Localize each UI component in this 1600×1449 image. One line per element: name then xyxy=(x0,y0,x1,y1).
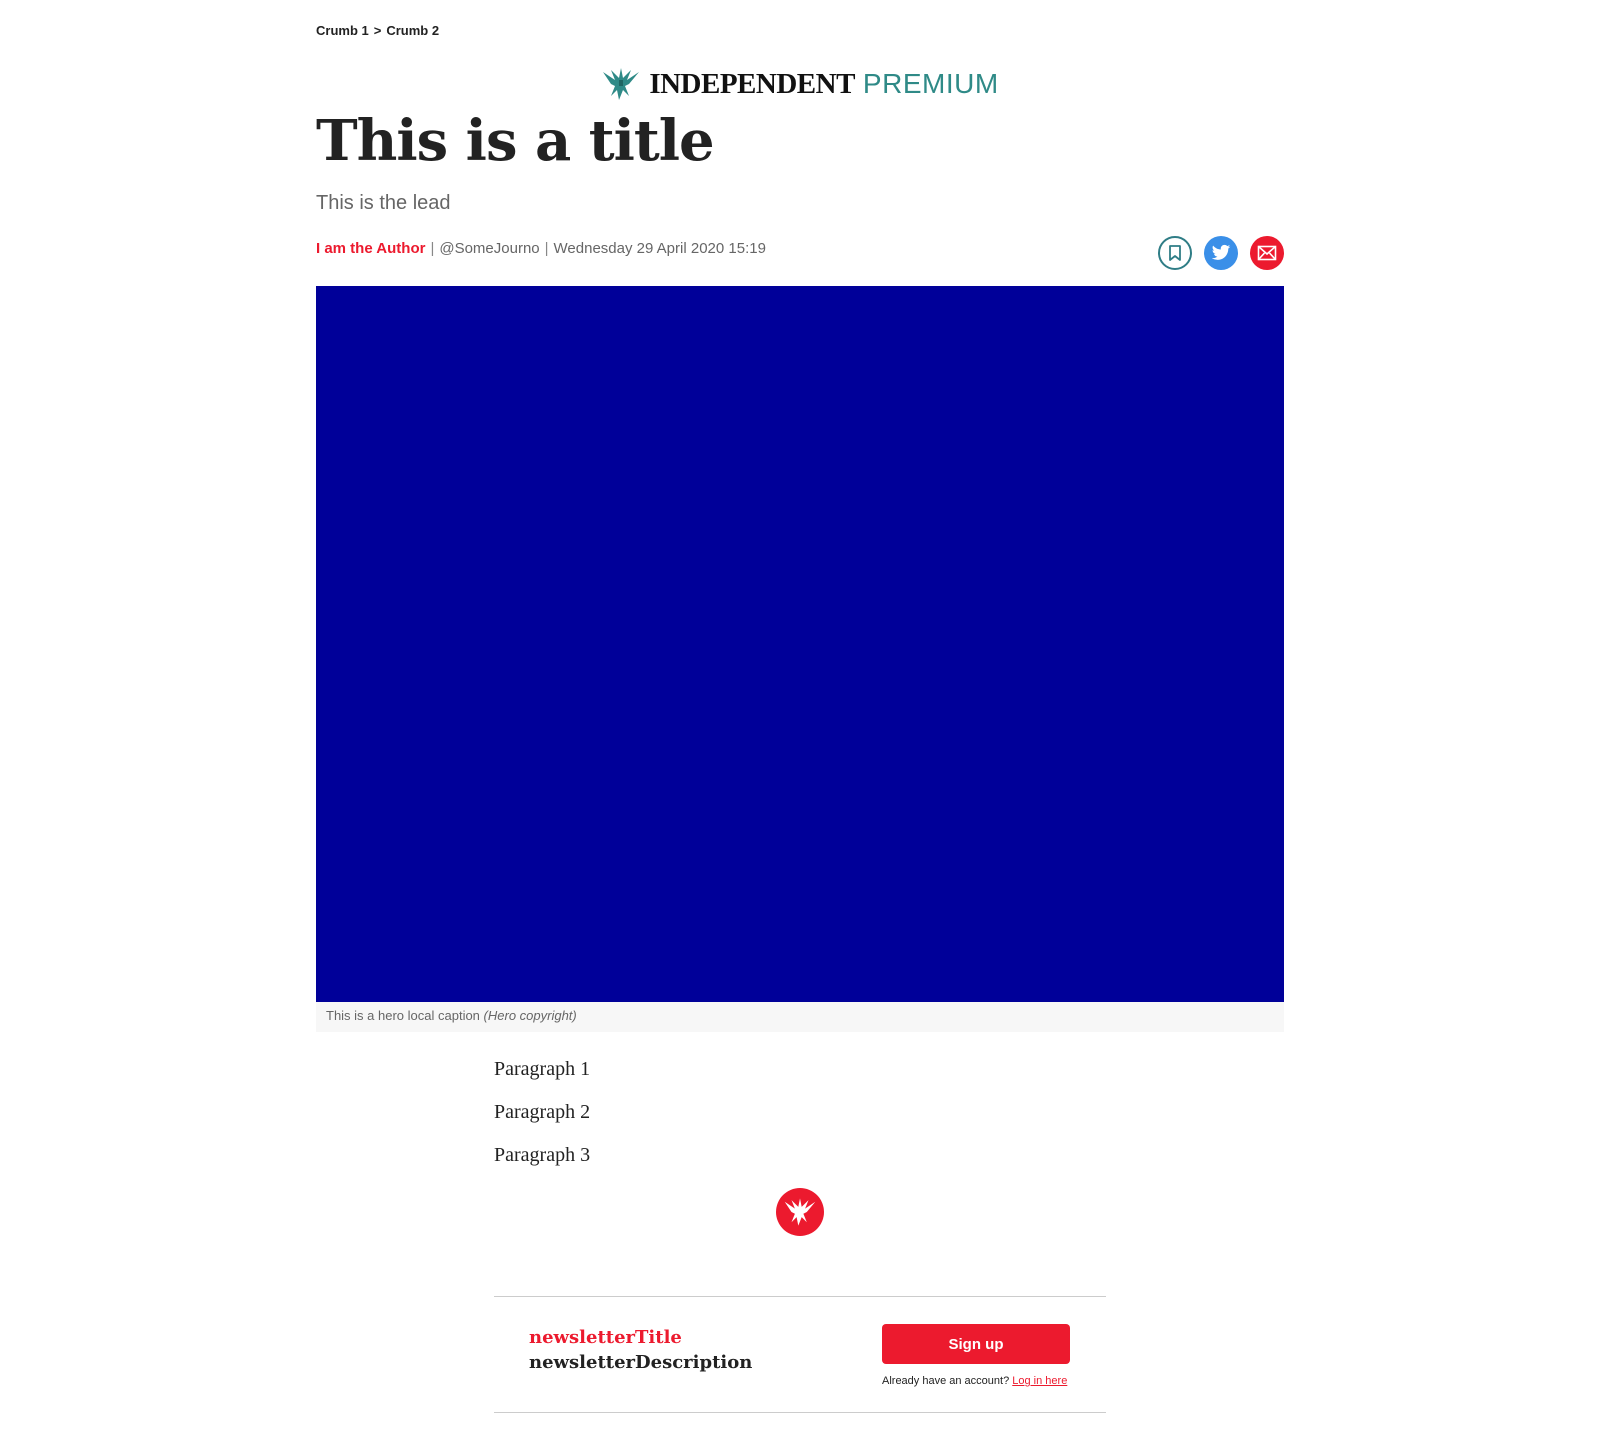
body-paragraph: Paragraph 3 xyxy=(494,1144,591,1166)
newsletter-signup: newsletterTitle newsletterDescription Si… xyxy=(494,1296,1106,1413)
hero-caption-text: This is a hero local caption xyxy=(326,1008,480,1023)
eagle-icon xyxy=(784,1198,816,1226)
article-body: Paragraph 1 Paragraph 2 Paragraph 3 xyxy=(494,1057,1106,1186)
brand-name: INDEPENDENT xyxy=(649,67,855,100)
author-link[interactable]: I am the Author xyxy=(316,240,425,257)
hero-image xyxy=(316,286,1284,1002)
byline-separator: | xyxy=(430,240,435,257)
newsletter-description: newsletterDescription xyxy=(529,1352,753,1373)
email-share-button[interactable] xyxy=(1250,236,1284,270)
breadcrumb-item-2[interactable]: Crumb 2 xyxy=(386,23,439,38)
breadcrumb: Crumb 1 > Crumb 2 xyxy=(316,23,439,38)
byline: I am the Author | @SomeJourno | Wednesday 29… xyxy=(316,240,766,257)
login-prompt: Already have an account? Log in here xyxy=(882,1375,1067,1387)
email-icon xyxy=(1257,245,1277,261)
brand-logo[interactable]: INDEPENDENT PREMIUM xyxy=(316,64,1284,104)
login-link[interactable]: Log in here xyxy=(1012,1375,1067,1387)
body-paragraph: Paragraph 2 xyxy=(494,1101,591,1123)
twitter-icon xyxy=(1211,244,1231,260)
bookmark-button[interactable] xyxy=(1158,236,1192,270)
share-bar xyxy=(1158,236,1284,270)
hero-copyright: (Hero copyright) xyxy=(483,1008,577,1023)
brand-tier: PREMIUM xyxy=(862,68,999,99)
author-handle[interactable]: @SomeJourno xyxy=(439,240,539,257)
eagle-icon xyxy=(603,68,640,100)
article-end-mark xyxy=(776,1188,824,1236)
breadcrumb-separator: > xyxy=(373,23,382,38)
sign-up-button[interactable]: Sign up xyxy=(882,1324,1070,1364)
body-paragraph: Paragraph 1 xyxy=(494,1058,591,1080)
twitter-share-button[interactable] xyxy=(1204,236,1238,270)
breadcrumb-item-1[interactable]: Crumb 1 xyxy=(316,23,369,38)
byline-separator: | xyxy=(544,240,549,257)
hero-caption: This is a hero local caption (Hero copyr… xyxy=(316,1002,1284,1032)
account-prompt-text: Already have an account? xyxy=(882,1375,1010,1387)
newsletter-title: newsletterTitle xyxy=(529,1327,682,1348)
publish-date: Wednesday 29 April 2020 15:19 xyxy=(553,240,766,257)
article-title: This is a title xyxy=(316,108,715,174)
bookmark-icon xyxy=(1169,245,1181,261)
article-lead: This is the lead xyxy=(316,192,451,214)
